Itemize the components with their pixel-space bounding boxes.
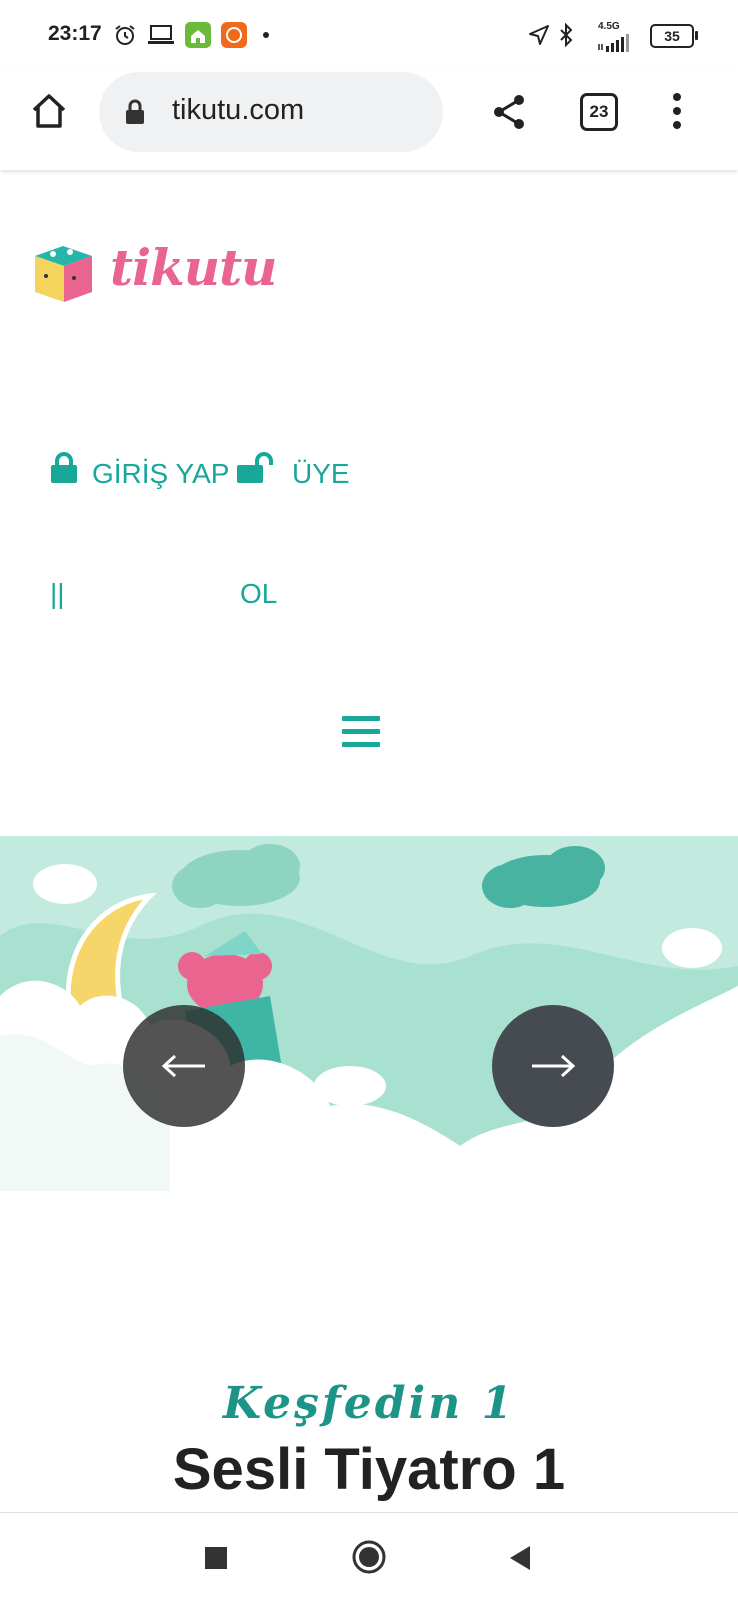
battery-icon: 35 (650, 24, 698, 48)
signal-icon (598, 30, 632, 56)
app-home-icon (185, 22, 211, 48)
share-icon[interactable] (492, 94, 526, 134)
home-icon[interactable] (30, 92, 68, 134)
register-unlock-icon[interactable] (236, 452, 276, 488)
arrow-left-icon (161, 1054, 205, 1078)
location-icon (528, 22, 550, 48)
status-time: 23:17 (48, 22, 102, 45)
logo-text: tikutu (110, 238, 278, 297)
system-nav-bar (0, 1512, 738, 1601)
slider-prev-button[interactable] (123, 1005, 245, 1127)
slider-next-button[interactable] (492, 1005, 614, 1127)
section-subtitle: Keşfedin 1 (222, 1378, 516, 1429)
lock-icon (125, 99, 145, 129)
hero-slider-image (0, 836, 738, 1191)
home-circle-icon[interactable] (351, 1539, 387, 1579)
alarm-icon (113, 22, 137, 48)
status-bar: 23:17 4.5G 35 (0, 0, 738, 70)
section-title: Sesli Tiyatro 1 (172, 1437, 566, 1502)
mi-icon (221, 22, 247, 48)
browser-toolbar: tikutu.com 23 (0, 70, 738, 170)
hamburger-menu-icon[interactable] (342, 716, 380, 748)
recent-apps-icon[interactable] (205, 1547, 227, 1573)
login-lock-icon[interactable] (50, 452, 78, 488)
url-text[interactable]: tikutu.com (172, 94, 304, 127)
register-link-continued[interactable]: OL (240, 578, 277, 610)
laptop-icon (147, 22, 175, 48)
dot-icon (262, 22, 270, 48)
tabs-icon[interactable]: 23 (580, 93, 618, 131)
bluetooth-icon (558, 22, 574, 48)
logo-cube-icon (35, 246, 92, 302)
nav-separator: || (50, 578, 65, 609)
arrow-right-icon (532, 1054, 576, 1078)
back-icon[interactable] (508, 1544, 532, 1576)
site-logo[interactable]: tikutu (30, 238, 278, 310)
register-link[interactable]: ÜYE (292, 458, 350, 490)
more-icon[interactable] (673, 93, 681, 133)
login-link[interactable]: GİRİŞ YAP (92, 458, 229, 490)
